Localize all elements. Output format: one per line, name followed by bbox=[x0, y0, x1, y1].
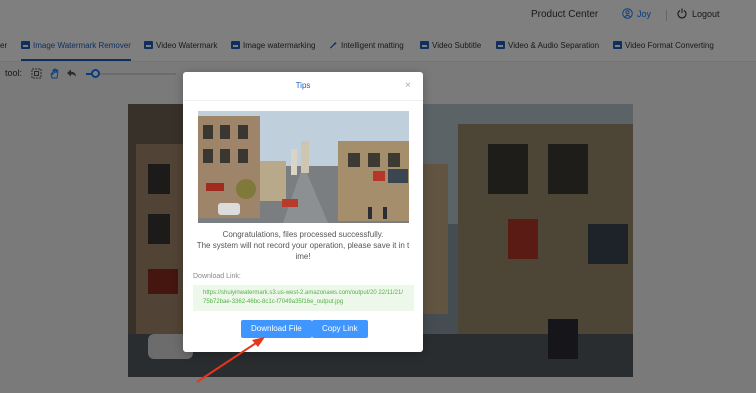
annotation-arrow bbox=[196, 337, 265, 383]
